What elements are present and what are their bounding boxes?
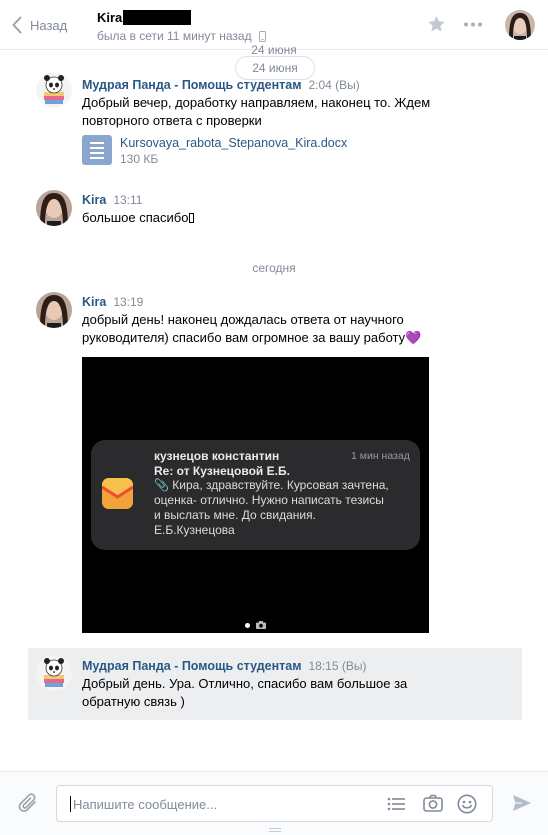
message-input[interactable]: Напишите сообщение... — [56, 785, 493, 822]
document-icon — [82, 135, 112, 165]
message-text: большое спасибо — [82, 209, 195, 227]
peer-status: была в сети 11 минут назад — [97, 29, 266, 43]
paperclip-icon[interactable] — [18, 792, 40, 814]
chevron-left-icon — [12, 16, 22, 34]
star-icon[interactable] — [427, 15, 446, 33]
kira-avatar[interactable] — [36, 190, 72, 226]
message-time[interactable]: 13:19 — [113, 295, 143, 309]
back-button[interactable]: Назад — [12, 14, 67, 36]
panda-avatar[interactable] — [36, 655, 72, 691]
templates-list-icon[interactable] — [387, 796, 405, 812]
emoji-icon[interactable] — [457, 794, 477, 814]
document-attachment[interactable]: Kursovaya_rabota_Stepanova_Kira.docx 130… — [82, 135, 347, 167]
floating-date: 24 июня — [251, 43, 297, 57]
notification-card: кузнецов константин 1 мин назад Re: от К… — [91, 440, 420, 550]
notification-body: 📎 Кира, здравствуйте. Курсовая зачтена, … — [154, 478, 389, 537]
notification-subject: Re: от Кузнецовой Е.Б. — [154, 464, 290, 478]
document-size: 130 КБ — [120, 152, 159, 166]
message-text: Добрый вечер, доработку направляем, нако… — [82, 95, 431, 128]
peer-name[interactable]: Kira — [97, 10, 192, 25]
mail-app-icon — [102, 478, 133, 509]
message-author[interactable]: Kira 13:19 — [82, 295, 143, 309]
text-caret — [70, 796, 71, 812]
document-name[interactable]: Kursovaya_rabota_Stepanova_Kira.docx — [120, 135, 347, 151]
page-dot — [245, 622, 250, 628]
message-author[interactable]: Мудрая Панда - Помощь студентам 18:15 (Вы… — [82, 659, 366, 673]
message-time[interactable]: 2:04 (Вы) — [308, 78, 359, 92]
more-options-icon[interactable] — [463, 22, 483, 27]
message-composer: Напишите сообщение... — [0, 771, 548, 835]
camera-icon[interactable] — [423, 794, 443, 812]
message-author[interactable]: Мудрая Панда - Помощь студентам 2:04 (Вы) — [82, 78, 360, 92]
back-label: Назад — [30, 17, 68, 33]
send-icon[interactable] — [512, 794, 532, 812]
photo-pager — [245, 621, 266, 629]
message-author[interactable]: Kira 13:11 — [82, 193, 142, 207]
panda-avatar[interactable] — [36, 72, 72, 108]
redaction-bar — [123, 10, 192, 25]
notification-sender: кузнецов константин — [154, 449, 280, 463]
photo-attachment[interactable]: кузнецов константин 1 мин назад Re: от К… — [82, 357, 429, 633]
message-time[interactable]: 13:11 — [113, 193, 142, 207]
date-divider-pill: 24 июня — [235, 56, 315, 80]
notification-time: 1 мин назад — [351, 450, 410, 462]
message-text: Добрый день. Ура. Отлично, спасибо вам б… — [82, 676, 408, 709]
missing-glyph-icon — [189, 213, 195, 223]
message-text: добрый день! наконец дождалась ответа от… — [82, 312, 422, 345]
message-placeholder: Напишите сообщение... — [73, 797, 218, 812]
resize-handle[interactable] — [269, 828, 281, 834]
camera-icon — [256, 621, 266, 629]
date-divider-today: сегодня — [252, 261, 296, 275]
peer-avatar[interactable] — [505, 10, 535, 40]
message-time[interactable]: 18:15 (Вы) — [308, 659, 366, 673]
mobile-phone-icon — [258, 30, 266, 42]
kira-avatar[interactable] — [36, 292, 72, 328]
